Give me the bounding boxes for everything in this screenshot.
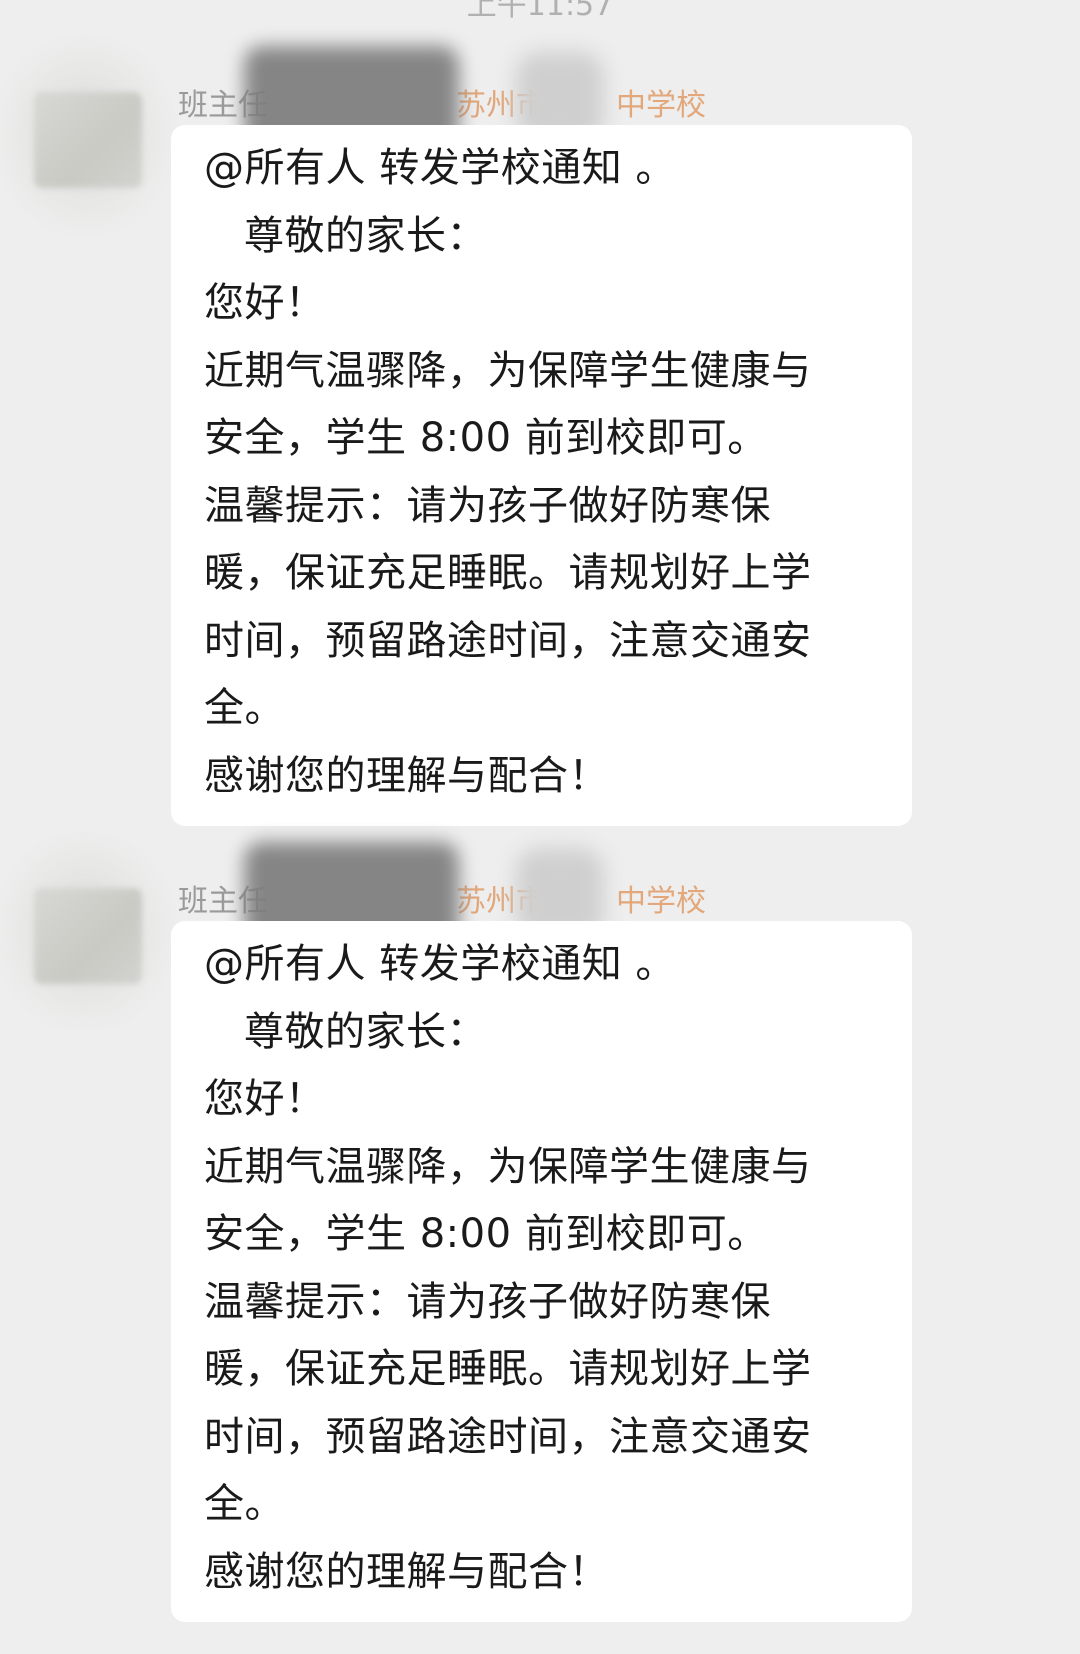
message-line: 暖，保证充足睡眠。请规划好上学 xyxy=(204,1346,812,1392)
message-line: 温馨提示：请为孩子做好防寒保 xyxy=(204,482,771,529)
message-line: 您好！ xyxy=(204,280,326,326)
message-line: 尊敬的家长： xyxy=(244,212,487,259)
message-bubble[interactable]: @所有人 转发学校通知 。 尊敬的家长： 您好！ 近期气温骤降，为保障学生健康与… xyxy=(171,921,912,1622)
message-line: 安全，学生 8:00 前到校即可。 xyxy=(204,415,768,461)
chat-view[interactable]: 上午11:57 班主任 苏州市 中学校 @所有人 转发学校通知 。 尊敬的家长：… xyxy=(0,0,1080,1654)
sender-school: 中学校 xyxy=(616,88,706,123)
message-line: 时间，预留路途时间，注意交通安 xyxy=(204,1413,812,1460)
message-line: 感谢您的理解与配合！ xyxy=(204,752,609,799)
message-line: 感谢您的理解与配合！ xyxy=(204,1548,609,1595)
message-bubble[interactable]: @所有人 转发学校通知 。 尊敬的家长： 您好！ 近期气温骤降，为保障学生健康与… xyxy=(171,125,912,826)
message-line: 全。 xyxy=(204,685,285,731)
sender-school: 中学校 xyxy=(616,884,706,919)
message-line: 暖，保证充足睡眠。请规划好上学 xyxy=(204,550,812,596)
message-line: 您好！ xyxy=(204,1076,326,1122)
avatar[interactable] xyxy=(34,888,142,984)
message-line: 温馨提示：请为孩子做好防寒保 xyxy=(204,1278,771,1325)
message-line: 时间，预留路途时间，注意交通安 xyxy=(204,617,812,664)
message-line: @所有人 转发学校通知 。 xyxy=(204,941,676,987)
sender-name[interactable]: 班主任 苏州市 中学校 xyxy=(178,46,738,152)
message-timestamp: 上午11:57 xyxy=(466,0,614,23)
avatar[interactable] xyxy=(34,92,142,188)
message-line: 近期气温骤降，为保障学生健康与 xyxy=(204,1143,812,1190)
message-line: 尊敬的家长： xyxy=(244,1008,487,1055)
sender-name[interactable]: 班主任 苏州市 中学校 xyxy=(178,842,738,948)
message-line: 安全，学生 8:00 前到校即可。 xyxy=(204,1211,768,1257)
message-line: @所有人 转发学校通知 。 xyxy=(204,145,676,191)
message-line: 近期气温骤降，为保障学生健康与 xyxy=(204,347,812,394)
message-line: 全。 xyxy=(204,1481,285,1527)
